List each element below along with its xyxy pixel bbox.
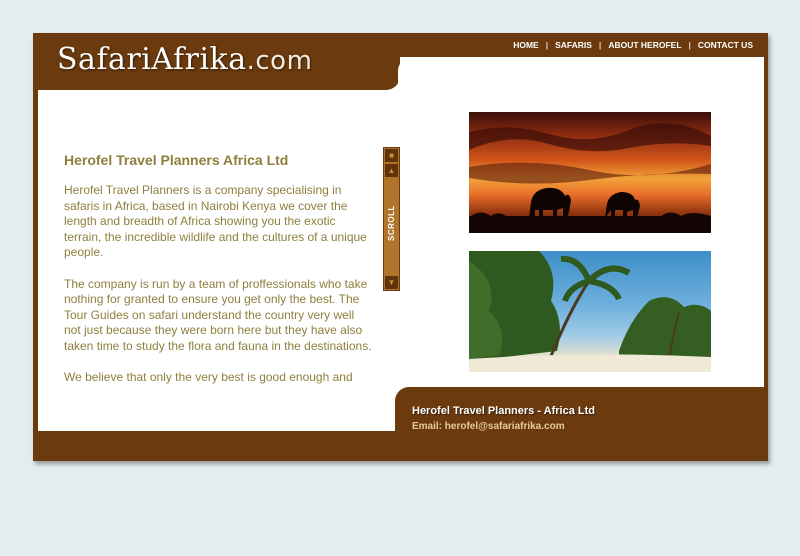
top-nav: HOME | SAFARIS | ABOUT HEROFEL | CONTACT…	[470, 38, 760, 52]
palm-beach-image	[469, 251, 711, 372]
scrollbar[interactable]: ■ ▲ SCROLL ▼	[383, 147, 400, 291]
paragraph: Herofel Travel Planners is a company spe…	[64, 183, 367, 260]
paragraph: We believe that only the very best is go…	[64, 370, 353, 385]
nav-home[interactable]: HOME	[506, 40, 546, 50]
logo-main: SafariAfrika	[57, 42, 247, 77]
elephants-sunset-graphic	[469, 123, 711, 233]
palm-beach-graphic	[469, 251, 711, 372]
arrow-down-icon[interactable]: ▼	[385, 276, 398, 289]
scroll-label: SCROLL	[387, 205, 396, 241]
nav-contact-us[interactable]: CONTACT US	[691, 40, 760, 50]
paragraph: The company is run by a team of proffess…	[64, 276, 372, 353]
footer-email[interactable]: Email: herofel@safariafrika.com	[412, 421, 565, 432]
nav-about-herofel[interactable]: ABOUT HEROFEL	[601, 40, 688, 50]
scroll-top-icon[interactable]: ■	[385, 149, 398, 162]
nav-safaris[interactable]: SAFARIS	[548, 40, 599, 50]
footer-company-name: Herofel Travel Planners - Africa Ltd	[412, 405, 595, 417]
elephants-sunset-image	[469, 112, 711, 233]
arrow-up-icon[interactable]: ▲	[385, 164, 398, 177]
scrollable-content[interactable]: Herofel Travel Planners is a company spe…	[64, 183, 374, 389]
logo-ext: .com	[246, 46, 313, 76]
page-title: Herofel Travel Planners Africa Ltd	[64, 152, 289, 168]
panel-corner	[398, 57, 418, 90]
site-logo[interactable]: SafariAfrika.com	[57, 42, 312, 77]
